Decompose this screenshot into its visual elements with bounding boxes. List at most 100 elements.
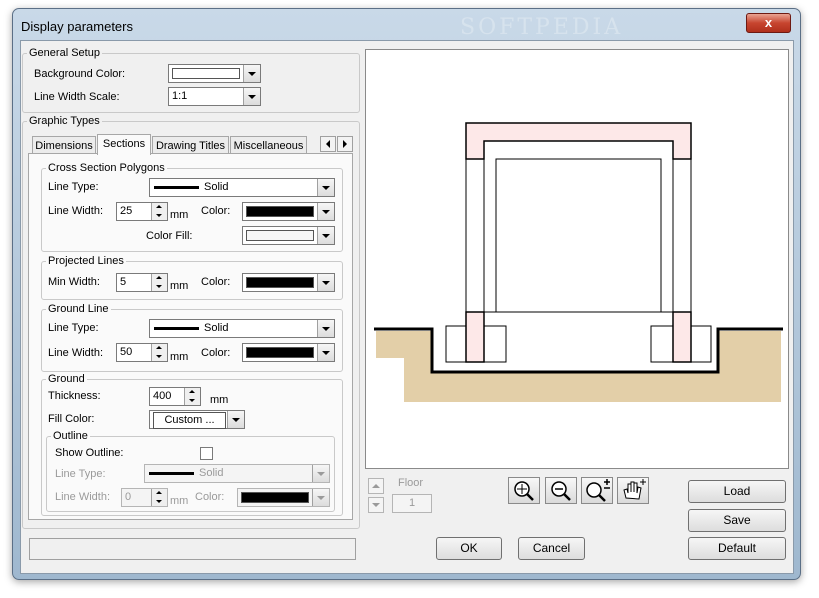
fill-color-label: Fill Color: xyxy=(48,413,95,425)
cross-section-color-picker[interactable] xyxy=(242,202,335,221)
chevron-up-icon xyxy=(372,484,380,488)
tab-drawing-titles[interactable]: Drawing Titles xyxy=(152,136,229,154)
graphic-types-legend: Graphic Types xyxy=(29,115,100,127)
floor-up-button[interactable] xyxy=(368,478,384,494)
cross-section-line-type-select[interactable]: Solid xyxy=(149,178,335,197)
spin-arrows-icon[interactable] xyxy=(151,274,167,291)
background-color-swatch xyxy=(172,68,240,79)
tab-scroll-left-button[interactable] xyxy=(320,136,336,152)
chevron-down-icon[interactable] xyxy=(317,179,334,196)
chevron-down-icon[interactable] xyxy=(317,274,334,291)
window-title: Display parameters xyxy=(21,19,133,34)
outline-color-picker[interactable] xyxy=(237,488,330,507)
line-type-label: Line Type: xyxy=(55,468,106,480)
ground-legend: Ground xyxy=(48,373,85,385)
min-width-stepper[interactable]: 5 xyxy=(116,273,168,292)
preview-canvas[interactable] xyxy=(365,49,789,469)
line-type-label: Line Type: xyxy=(48,181,99,193)
solid-line-sample xyxy=(149,472,194,475)
line-width-scale-label: Line Width Scale: xyxy=(34,91,120,103)
column-left xyxy=(465,311,485,363)
line-width-scale-select[interactable]: 1:1 xyxy=(168,87,261,106)
min-width-value: 5 xyxy=(120,276,127,288)
color-label: Color: xyxy=(201,205,231,217)
outline-line-width-stepper[interactable]: 0 xyxy=(121,488,168,507)
chevron-down-icon[interactable] xyxy=(243,65,260,82)
zoom-fit-button[interactable] xyxy=(508,477,540,504)
column-right xyxy=(672,311,692,363)
color-swatch xyxy=(246,277,314,288)
show-outline-checkbox[interactable] xyxy=(200,447,213,460)
chevron-down-icon[interactable] xyxy=(227,411,244,428)
thickness-value: 400 xyxy=(153,390,172,402)
color-label: Color: xyxy=(201,276,231,288)
show-outline-label: Show Outline: xyxy=(55,447,124,459)
tab-dimensions[interactable]: Dimensions xyxy=(32,136,96,154)
line-type-value: Solid xyxy=(204,181,229,193)
projected-lines-legend: Projected Lines xyxy=(48,255,124,267)
line-width-label: Line Width: xyxy=(48,205,104,217)
line-width-scale-value: 1:1 xyxy=(172,90,188,102)
spin-arrows-icon[interactable] xyxy=(151,489,167,506)
chevron-left-icon xyxy=(326,140,330,148)
ok-button[interactable]: OK xyxy=(436,537,502,560)
min-width-label: Min Width: xyxy=(48,276,100,288)
chevron-down-icon[interactable] xyxy=(317,203,334,220)
color-swatch xyxy=(246,206,314,217)
pan-button[interactable] xyxy=(617,477,649,504)
chevron-down-icon[interactable] xyxy=(317,320,334,337)
tab-scroll-right-button[interactable] xyxy=(337,136,353,152)
status-bar xyxy=(29,538,356,560)
interior-inner xyxy=(495,158,662,313)
tab-label: Drawing Titles xyxy=(155,140,226,152)
spin-arrows-icon[interactable] xyxy=(151,203,167,220)
cancel-button[interactable]: Cancel xyxy=(518,537,585,560)
default-button[interactable]: Default xyxy=(688,537,786,560)
cross-section-legend: Cross Section Polygons xyxy=(48,162,165,174)
chevron-down-icon[interactable] xyxy=(317,344,334,361)
chevron-down-icon[interactable] xyxy=(243,88,260,105)
zoom-in-out-icon xyxy=(586,479,610,502)
solid-line-sample xyxy=(154,327,199,330)
fill-color-value: Custom ... xyxy=(153,412,226,429)
chevron-down-icon[interactable] xyxy=(312,489,329,506)
color-label: Color: xyxy=(201,347,231,359)
ground-fill-color-select[interactable]: Custom ... xyxy=(149,410,245,429)
zoom-fit-icon xyxy=(514,481,534,501)
background-color-picker[interactable] xyxy=(168,64,261,83)
line-width-value: 50 xyxy=(120,346,133,358)
spin-arrows-icon[interactable] xyxy=(151,344,167,361)
cross-section-fill-picker[interactable] xyxy=(242,226,335,245)
ground-line-legend: Ground Line xyxy=(48,303,109,315)
section-preview-drawing xyxy=(374,122,783,402)
line-width-label: Line Width: xyxy=(48,347,104,359)
ground-thickness-stepper[interactable]: 400 xyxy=(149,387,201,406)
ground-line-color-picker[interactable] xyxy=(242,343,335,362)
tab-miscellaneous[interactable]: Miscellaneous xyxy=(230,136,307,154)
line-width-value: 25 xyxy=(120,205,133,217)
floor-down-button[interactable] xyxy=(368,497,384,513)
chevron-down-icon[interactable] xyxy=(312,465,329,482)
ground-line-type-select[interactable]: Solid xyxy=(149,319,335,338)
solid-line-sample xyxy=(154,186,199,189)
outline-line-type-select[interactable]: Solid xyxy=(144,464,330,483)
zoom-out-button[interactable] xyxy=(545,477,577,504)
tab-label: Sections xyxy=(102,138,146,150)
zoom-in-out-button[interactable] xyxy=(581,477,613,504)
spin-arrows-icon[interactable] xyxy=(184,388,200,405)
line-width-value: 0 xyxy=(125,491,132,503)
unit-label: mm xyxy=(170,351,189,363)
title-bar[interactable]: Display parameters SOFTPEDIA x xyxy=(13,9,800,41)
chevron-down-icon[interactable] xyxy=(317,227,334,244)
cross-section-line-width-stepper[interactable]: 25 xyxy=(116,202,168,221)
close-button[interactable]: x xyxy=(746,13,791,33)
floor-value-field[interactable]: 1 xyxy=(392,494,432,513)
ground-line-width-stepper[interactable]: 50 xyxy=(116,343,168,362)
tab-sections[interactable]: Sections xyxy=(97,134,151,155)
line-type-value: Solid xyxy=(204,322,229,334)
projected-lines-color-picker[interactable] xyxy=(242,273,335,292)
load-button[interactable]: Load xyxy=(688,480,786,503)
fill-swatch xyxy=(246,230,314,241)
save-button[interactable]: Save xyxy=(688,509,786,532)
watermark: SOFTPEDIA xyxy=(460,15,624,40)
